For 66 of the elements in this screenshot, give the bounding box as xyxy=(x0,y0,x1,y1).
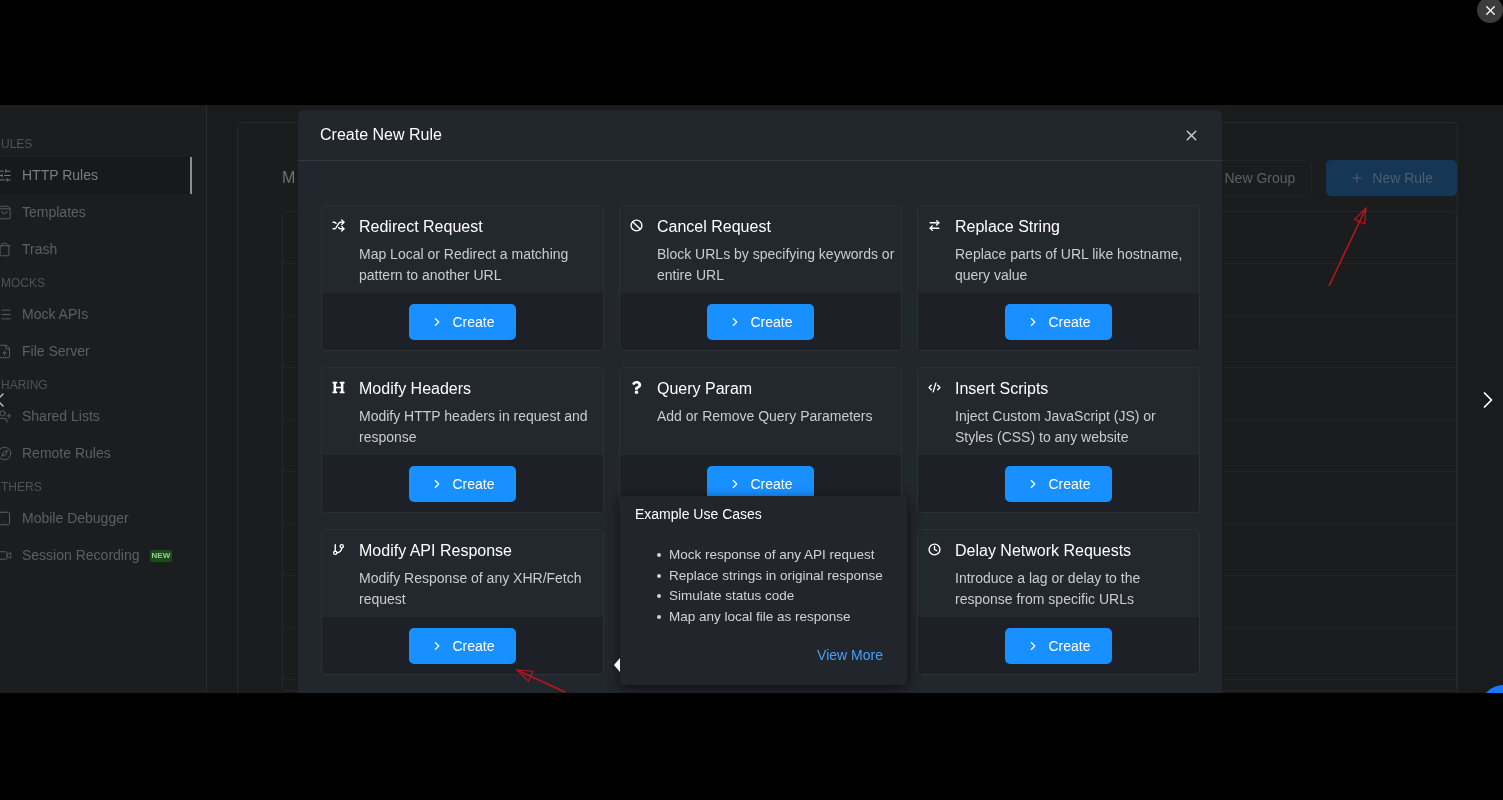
create-button[interactable]: Create xyxy=(1005,304,1112,340)
create-button[interactable]: Create xyxy=(1005,628,1112,664)
shuffle-icon xyxy=(332,219,345,232)
create-button[interactable]: Create xyxy=(707,304,814,340)
sidebar-item[interactable]: HTTP Rules xyxy=(0,157,192,194)
popover-title: Example Use Cases xyxy=(635,505,763,523)
rule-description: Map Local or Redirect a matching pattern to another URL xyxy=(359,245,570,285)
rule-title: Insert Scripts xyxy=(955,379,1050,399)
list-icon xyxy=(0,307,12,322)
rule-description: Introduce a lag or delay to the response from specific URLs xyxy=(955,569,1142,609)
compass-icon xyxy=(0,446,12,461)
question-mark-icon xyxy=(630,381,643,394)
rule-description: Add or Remove Query Parameters xyxy=(657,407,874,426)
rule-title: Cancel Request xyxy=(657,217,772,237)
clock-icon xyxy=(928,543,941,556)
plus-icon xyxy=(1350,171,1365,185)
rule-title: Delay Network Requests xyxy=(955,541,1133,561)
rule-description: Modify HTTP headers in request and response xyxy=(359,407,589,447)
lightbox-close-button[interactable] xyxy=(1477,0,1503,23)
rule-description: Replace parts of URL like hostname, query value xyxy=(955,245,1184,285)
rule-title: Modify Headers xyxy=(359,379,473,399)
sidebar-item[interactable]: Remote Rules xyxy=(0,435,192,472)
create-button[interactable]: Create xyxy=(409,628,516,664)
use-case-text: Map any local file as response xyxy=(669,607,851,626)
bullet-icon xyxy=(657,594,661,599)
bullet-icon xyxy=(657,553,661,558)
new-badge: NEW xyxy=(149,549,173,562)
bullet-icon xyxy=(657,614,661,619)
create-button[interactable]: Create xyxy=(1005,466,1112,502)
use-case-text: Replace strings in original response xyxy=(669,566,883,585)
heading-icon xyxy=(332,381,345,394)
branch-icon xyxy=(332,543,345,556)
file-upload-icon xyxy=(0,344,12,359)
sliders-icon xyxy=(0,168,12,183)
rule-title: Modify API Response xyxy=(359,541,513,561)
rule-description: Inject Custom JavaScript (JS) or Styles (CSS) to any website xyxy=(955,407,1157,447)
sidebar-item[interactable]: File Server xyxy=(0,333,192,370)
sidebar-item[interactable]: Mock APIs xyxy=(0,296,192,333)
rule-title: Redirect Request xyxy=(359,217,484,237)
bag-icon xyxy=(0,205,12,220)
sidebar-item[interactable]: Trash xyxy=(0,231,192,268)
tablet-icon xyxy=(0,511,12,526)
popover-pointer-icon xyxy=(614,658,620,672)
rule-title: Query Param xyxy=(657,379,754,399)
trash-icon xyxy=(0,242,12,257)
sidebar-item[interactable]: Shared Lists xyxy=(0,398,192,435)
sidebar-item[interactable]: Session Recording NEW xyxy=(0,537,192,574)
use-case-text: Simulate status code xyxy=(669,587,795,606)
page-title: M xyxy=(282,168,296,188)
create-button[interactable]: Create xyxy=(409,466,516,502)
sidebar-item[interactable]: Mobile Debugger xyxy=(0,500,192,537)
swap-arrows-icon xyxy=(928,219,941,232)
view-more-link[interactable]: View More xyxy=(817,645,883,666)
use-case-text: Mock response of any API request xyxy=(669,546,875,565)
rule-title: Replace String xyxy=(955,217,1061,237)
bullet-icon xyxy=(657,573,661,578)
modal-title: Create New Rule xyxy=(320,125,442,145)
rule-description: Block URLs by specifying keywords or entire URL xyxy=(657,245,896,285)
code-icon xyxy=(928,381,941,394)
blocked-icon xyxy=(630,219,643,232)
video-camera-icon xyxy=(0,548,12,563)
rule-description: Modify Response of any XHR/Fetch request xyxy=(359,569,583,609)
user-plus-icon xyxy=(0,409,12,424)
create-button[interactable]: Create xyxy=(409,304,516,340)
sidebar-item[interactable]: Templates xyxy=(0,194,192,231)
annotation-arrow xyxy=(515,669,566,693)
